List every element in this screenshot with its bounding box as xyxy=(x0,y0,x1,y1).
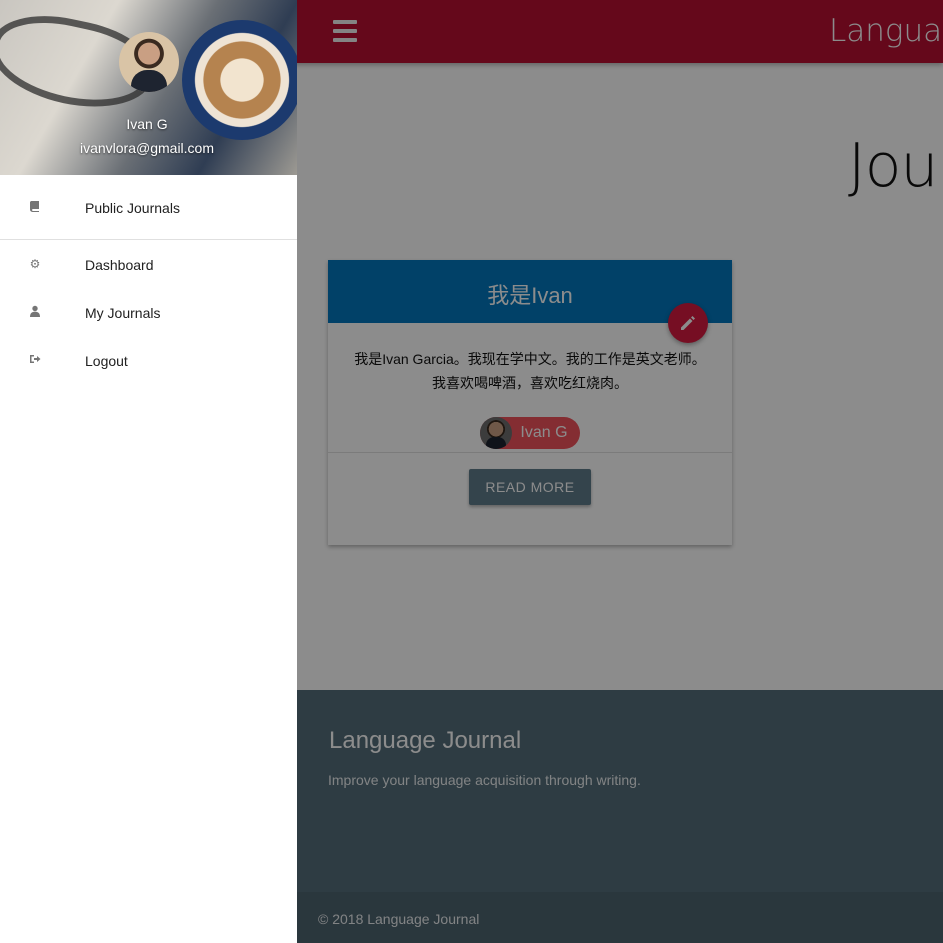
book-icon xyxy=(28,200,42,214)
side-nav: Ivan G ivanvlora@gmail.com Public Journa… xyxy=(0,0,297,943)
sidebar-item-label: My Journals xyxy=(85,305,161,321)
divider xyxy=(0,239,297,240)
sidebar-item-my-journals[interactable]: My Journals xyxy=(0,289,297,337)
sidebar-item-label: Dashboard xyxy=(85,257,154,273)
sidebar-item-label: Public Journals xyxy=(85,200,180,216)
avatar[interactable] xyxy=(119,32,179,92)
user-view: Ivan G ivanvlora@gmail.com xyxy=(0,0,297,175)
sidebar-item-logout[interactable]: Logout xyxy=(0,337,297,385)
user-icon xyxy=(28,305,42,319)
sidebar-item-public-journals[interactable]: Public Journals xyxy=(0,184,297,232)
user-name[interactable]: Ivan G xyxy=(0,116,294,132)
sign-out-icon xyxy=(28,353,42,367)
sidebar-item-dashboard[interactable]: ⚙ Dashboard xyxy=(0,241,297,289)
gear-icon: ⚙ xyxy=(29,257,41,271)
user-email[interactable]: ivanvlora@gmail.com xyxy=(0,140,294,156)
sidebar-item-label: Logout xyxy=(85,353,128,369)
